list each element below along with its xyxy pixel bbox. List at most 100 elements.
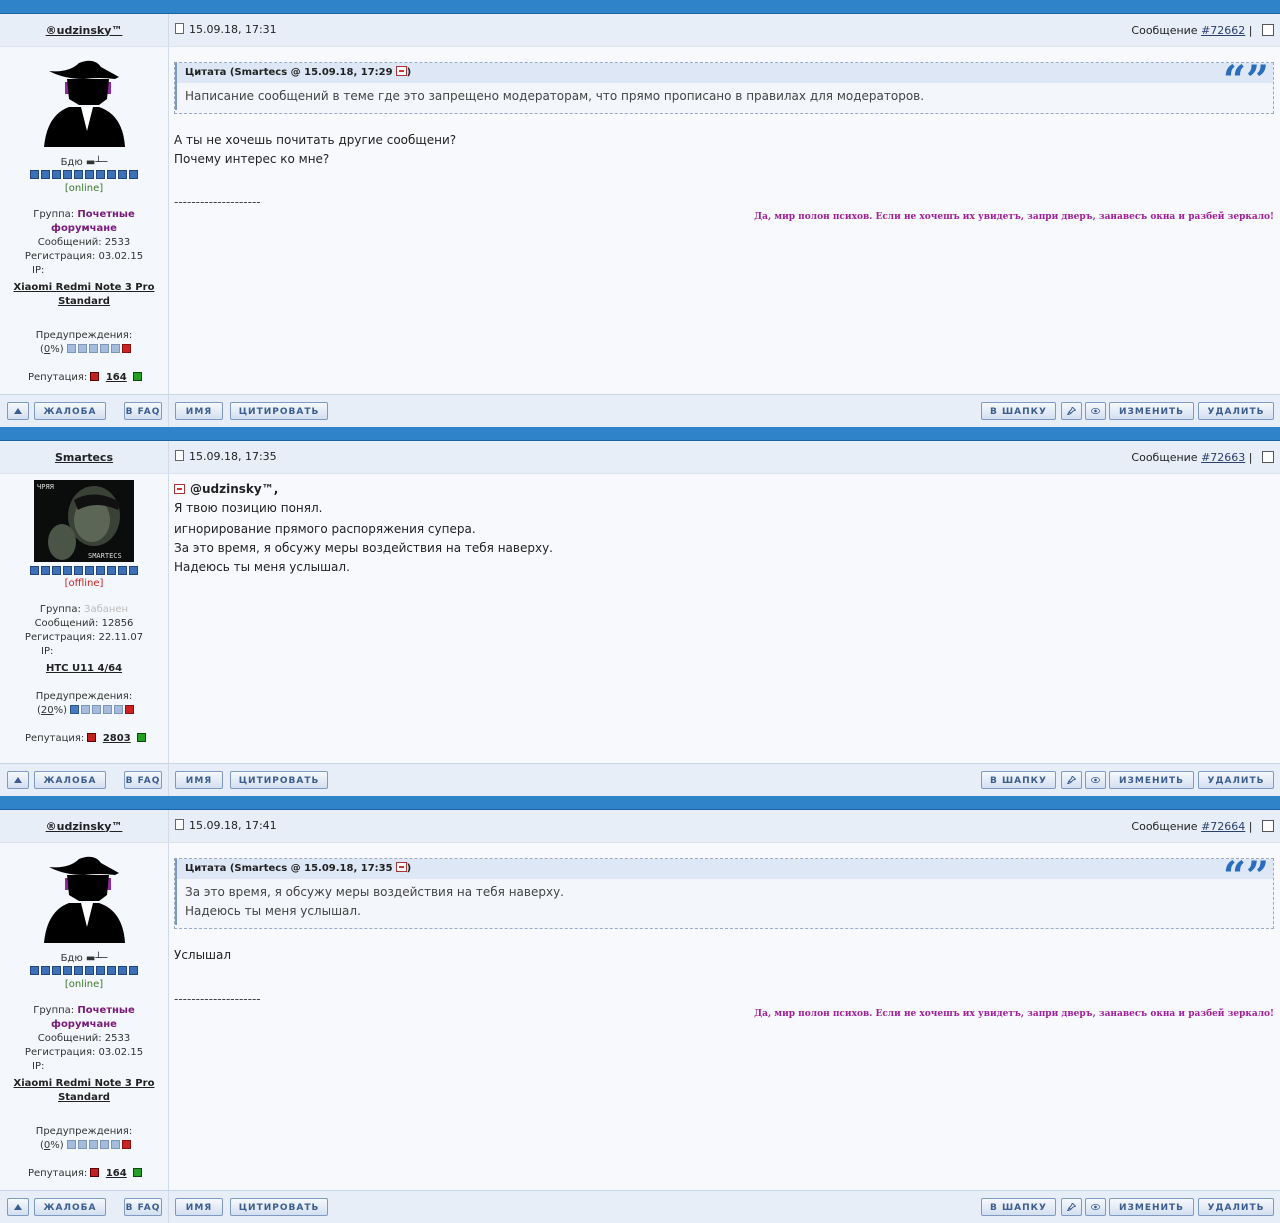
post-date: 15.09.18, 17:41 bbox=[175, 819, 277, 832]
user-ip: IP: bbox=[41, 646, 54, 657]
post-date: 15.09.18, 17:35 bbox=[175, 450, 277, 463]
pin-button[interactable] bbox=[1061, 771, 1082, 789]
quote-button[interactable]: ЦИТИРОВАТЬ bbox=[230, 402, 328, 420]
watch-button[interactable] bbox=[1085, 402, 1106, 420]
post-72663: Smartecs 15.09.18, 17:35 Сообщение #7266… bbox=[0, 427, 1280, 796]
rep-plus-icon[interactable] bbox=[133, 1168, 143, 1177]
pin-button[interactable] bbox=[1061, 402, 1082, 420]
reputation: Репутация: 2803 bbox=[0, 732, 168, 746]
select-checkbox[interactable] bbox=[1262, 24, 1274, 36]
quote-text: Написание сообщений в теме где это запре… bbox=[175, 83, 1273, 110]
report-button[interactable]: ЖАЛОБА bbox=[34, 402, 106, 420]
back-link-icon[interactable] bbox=[174, 484, 185, 494]
quote-text: За это время, я обсужу меры воздействия … bbox=[175, 879, 1273, 925]
user-status: [online] bbox=[64, 183, 104, 194]
edit-button[interactable]: ИЗМЕНИТЬ bbox=[1109, 402, 1194, 420]
user-info-panel: ЧРЯЯ SMARTECS [offline] Группа: Забанен … bbox=[0, 474, 169, 763]
select-checkbox[interactable] bbox=[1262, 820, 1274, 832]
eye-icon bbox=[1091, 408, 1100, 414]
quote-marks-icon: “” bbox=[1222, 57, 1269, 104]
post-separator bbox=[0, 796, 1280, 810]
faq-button[interactable]: В FAQ bbox=[124, 402, 162, 420]
message-number: Сообщение #72663 | bbox=[1131, 451, 1274, 464]
user-device-link[interactable]: Xiaomi Redmi Note 3 Pro Standard bbox=[0, 281, 168, 309]
rep-plus-icon[interactable] bbox=[137, 733, 147, 742]
warnings-label: Предупреждения: bbox=[35, 691, 133, 702]
avatar[interactable] bbox=[39, 55, 129, 155]
to-header-button[interactable]: В ШАПКУ bbox=[981, 771, 1056, 789]
name-button[interactable]: ИМЯ bbox=[175, 771, 223, 789]
edit-button[interactable]: ИЗМЕНИТЬ bbox=[1109, 771, 1194, 789]
quote-header: Цитата (Smartecs @ 15.09.18, 17:35) bbox=[175, 859, 1273, 879]
post-content: Цитата (Smartecs @ 15.09.18, 17:29) Напи… bbox=[169, 47, 1280, 394]
user-registered: Регистрация: 03.02.15 bbox=[24, 1047, 144, 1058]
avatar[interactable]: ЧРЯЯ SMARTECS bbox=[34, 480, 134, 562]
delete-button[interactable]: УДАЛИТЬ bbox=[1198, 771, 1274, 789]
quote-header: Цитата (Smartecs @ 15.09.18, 17:29) bbox=[175, 63, 1273, 83]
rep-plus-icon[interactable] bbox=[133, 372, 143, 381]
user-status: [online] bbox=[64, 979, 104, 990]
user-info-panel: Бдю ▬┴─ [online] Группа: Почетные форумч… bbox=[0, 843, 169, 1190]
quote-marks-icon: “” bbox=[1222, 853, 1269, 900]
svg-text:SMARTECS: SMARTECS bbox=[88, 552, 122, 560]
quote-button[interactable]: ЦИТИРОВАТЬ bbox=[230, 1198, 328, 1216]
back-link-icon[interactable] bbox=[395, 66, 407, 76]
rep-minus-icon[interactable] bbox=[87, 733, 97, 742]
faq-button[interactable]: В FAQ bbox=[124, 771, 162, 789]
user-registered: Регистрация: 22.11.07 bbox=[24, 632, 144, 643]
reputation-link[interactable]: 164 bbox=[106, 1168, 127, 1179]
to-header-button[interactable]: В ШАПКУ bbox=[981, 402, 1056, 420]
username-link[interactable]: ®udzinsky™ bbox=[46, 24, 123, 37]
username-link[interactable]: Smartecs bbox=[55, 451, 113, 464]
pin-icon bbox=[1067, 776, 1076, 784]
delete-button[interactable]: УДАЛИТЬ bbox=[1198, 402, 1274, 420]
user-signature: Да, мир полон психов. Если не хочешъ их … bbox=[754, 212, 1274, 222]
scroll-top-button[interactable] bbox=[7, 402, 29, 420]
user-group: Группа: Почетные форумчане bbox=[33, 209, 135, 234]
quote-button[interactable]: ЦИТИРОВАТЬ bbox=[230, 771, 328, 789]
warnings-bar bbox=[66, 1140, 131, 1149]
message-link[interactable]: #72662 bbox=[1201, 24, 1245, 37]
warnings-value: (20%) bbox=[0, 704, 168, 718]
quote-block: Цитата (Smartecs @ 15.09.18, 17:29) Напи… bbox=[174, 57, 1274, 114]
user-ip: IP: bbox=[32, 265, 45, 276]
user-device-link[interactable]: Xiaomi Redmi Note 3 Pro Standard bbox=[0, 1077, 168, 1105]
pin-icon bbox=[1067, 407, 1076, 415]
faq-button[interactable]: В FAQ bbox=[124, 1198, 162, 1216]
watch-button[interactable] bbox=[1085, 771, 1106, 789]
delete-button[interactable]: УДАЛИТЬ bbox=[1198, 1198, 1274, 1216]
back-link-icon[interactable] bbox=[395, 862, 407, 872]
watch-button[interactable] bbox=[1085, 1198, 1106, 1216]
name-button[interactable]: ИМЯ bbox=[175, 1198, 223, 1216]
reputation-link[interactable]: 164 bbox=[106, 372, 127, 383]
scroll-top-button[interactable] bbox=[7, 771, 29, 789]
pin-icon bbox=[1067, 1203, 1076, 1211]
signature-divider: -------------------- bbox=[174, 992, 261, 1006]
message-link[interactable]: #72663 bbox=[1201, 451, 1245, 464]
rep-minus-icon[interactable] bbox=[90, 1168, 100, 1177]
message-number: Сообщение #72664 | bbox=[1131, 820, 1274, 833]
reputation-link[interactable]: 2803 bbox=[103, 733, 131, 744]
message-link[interactable]: #72664 bbox=[1201, 820, 1245, 833]
post-content: @udzinsky™, Я твою позицию понял. игнори… bbox=[169, 474, 1280, 763]
user-info-panel: Бдю ▬┴─ [online] Группа: Почетные форумч… bbox=[0, 47, 169, 394]
avatar[interactable] bbox=[39, 851, 129, 951]
rep-minus-icon[interactable] bbox=[90, 372, 100, 381]
user-group: Группа: Забанен bbox=[39, 604, 129, 615]
warnings-label: Предупреждения: bbox=[35, 1126, 133, 1137]
select-checkbox[interactable] bbox=[1262, 451, 1274, 463]
reply-mention[interactable]: @udzinsky™, bbox=[190, 482, 278, 496]
username-link[interactable]: ®udzinsky™ bbox=[46, 820, 123, 833]
to-header-button[interactable]: В ШАПКУ bbox=[981, 1198, 1056, 1216]
pin-button[interactable] bbox=[1061, 1198, 1082, 1216]
warnings-link[interactable]: 20 bbox=[41, 705, 54, 716]
report-button[interactable]: ЖАЛОБА bbox=[34, 1198, 106, 1216]
user-messages: Сообщений: 2533 bbox=[37, 1033, 131, 1044]
user-messages: Сообщений: 2533 bbox=[37, 237, 131, 248]
report-button[interactable]: ЖАЛОБА bbox=[34, 771, 106, 789]
name-button[interactable]: ИМЯ bbox=[175, 402, 223, 420]
scroll-top-button[interactable] bbox=[7, 1198, 29, 1216]
eye-icon bbox=[1091, 777, 1100, 783]
user-device-link[interactable]: HTC U11 4/64 bbox=[0, 662, 168, 676]
edit-button[interactable]: ИЗМЕНИТЬ bbox=[1109, 1198, 1194, 1216]
